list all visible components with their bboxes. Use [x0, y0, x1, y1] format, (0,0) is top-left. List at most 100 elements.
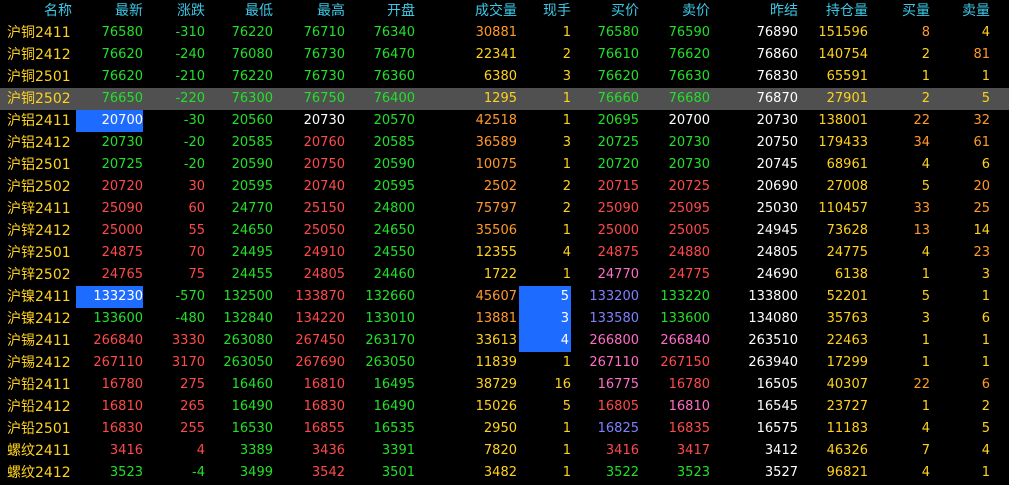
open-price: 133010: [365, 311, 415, 326]
contract-name: 沪铅2412: [7, 399, 71, 415]
last-header[interactable]: 最新: [73, 0, 143, 22]
ask-volume: 20: [973, 179, 990, 194]
prev-settle: 24945: [756, 223, 798, 238]
low-price: 3499: [239, 465, 273, 480]
last-price: 24765: [101, 267, 143, 282]
contract-name: 螺纹2411: [7, 443, 71, 459]
price-change: -4: [192, 465, 205, 480]
low-price: 20590: [231, 157, 273, 172]
low-price: 3389: [239, 443, 273, 458]
table-row[interactable]: 沪镍2411 133230 -570 132500 133870 132660 45607 5…: [0, 286, 1009, 308]
open-price: 20585: [373, 135, 415, 150]
current-hand: 16: [554, 377, 571, 392]
table-row[interactable]: 沪锌2411 25090 60 24770 25150 24800 75797 2 25090 2…: [0, 198, 1009, 220]
change-header[interactable]: 涨跌: [135, 0, 205, 22]
table-row[interactable]: 沪锌2501 24875 70 24495 24910 24550 12355 4 24875 2…: [0, 242, 1009, 264]
table-row[interactable]: 沪铝2501 20725 -20 20590 20750 20590 10075 1 20720…: [0, 154, 1009, 176]
table-row[interactable]: 沪铜2412 76620 -240 76080 76730 76470 22341 2 7661…: [0, 44, 1009, 66]
price-change: 3170: [171, 355, 205, 370]
open-interest: 65591: [826, 69, 868, 84]
table-row[interactable]: 沪铅2411 16780 275 16460 16810 16495 38729 16 1677…: [0, 374, 1009, 396]
price-change: 30: [188, 179, 205, 194]
open-interest: 179433: [818, 135, 868, 150]
contract-name: 沪锌2502: [7, 267, 71, 283]
bid-price: 20720: [597, 157, 639, 172]
ask-header[interactable]: 卖价: [640, 0, 710, 22]
prev-settle: 16575: [756, 421, 798, 436]
current-hand: 3: [562, 135, 571, 150]
bid-header[interactable]: 买价: [569, 0, 639, 22]
contract-name: 沪铅2501: [7, 421, 71, 437]
last-price: 16780: [101, 377, 143, 392]
ask-volume: 6: [981, 157, 990, 172]
table-row[interactable]: 沪锌2502 24765 75 24455 24805 24460 1722 1 24770 24…: [0, 264, 1009, 286]
table-row[interactable]: 沪铝2412 20730 -20 20585 20760 20585 36589 3 20725…: [0, 132, 1009, 154]
bid-price: 76620: [597, 69, 639, 84]
current-hand: 1: [562, 267, 571, 282]
current-hand: 1: [562, 355, 571, 370]
ask-price: 20700: [668, 113, 710, 128]
high-header[interactable]: 最高: [275, 0, 345, 22]
prev-settle: 16545: [756, 399, 798, 414]
ask-price: 16780: [668, 377, 710, 392]
ask-volume: 5: [981, 421, 990, 436]
high-price: 3436: [311, 443, 345, 458]
table-row[interactable]: 沪铅2412 16810 265 16490 16830 16490 15026 5 16805…: [0, 396, 1009, 418]
price-change: 275: [180, 377, 205, 392]
table-row[interactable]: 沪镍2412 133600 -480 132840 134220 133010 13881 3…: [0, 308, 1009, 330]
low-price: 20560: [231, 113, 273, 128]
contract-name: 沪铜2501: [7, 69, 71, 85]
bid-price: 20725: [597, 135, 639, 150]
high-price: 25150: [303, 201, 345, 216]
open-price: 3391: [381, 443, 415, 458]
bid-price: 267110: [589, 355, 639, 370]
last-price: 24875: [101, 245, 143, 260]
volume: 45607: [475, 289, 517, 304]
contract-name: 沪铅2411: [7, 377, 71, 393]
open-header[interactable]: 开盘: [345, 0, 415, 22]
table-row[interactable]: 沪锌2412 25000 55 24650 25050 24650 35506 1 25000 2…: [0, 220, 1009, 242]
high-price: 20730: [303, 113, 345, 128]
high-price: 24805: [303, 267, 345, 282]
contract-name: 沪锌2411: [7, 201, 71, 217]
open-interest: 52201: [826, 289, 868, 304]
table-row[interactable]: 沪锡2411 266840 3330 263080 267450 263170 33613 4…: [0, 330, 1009, 352]
table-row[interactable]: 沪铜2411 76580 -310 76220 76710 76340 30881 1 7658…: [0, 22, 1009, 44]
table-row[interactable]: 螺纹2411 3416 4 3389 3436 3391 7820 1 3416 3417 3412…: [0, 440, 1009, 462]
contract-name: 沪铜2412: [7, 47, 71, 63]
settle-header[interactable]: 昨结: [728, 0, 798, 22]
oi-header[interactable]: 持仓量: [798, 0, 868, 22]
high-price: 76730: [303, 47, 345, 62]
ask-price: 25095: [668, 201, 710, 216]
price-change: 55: [188, 223, 205, 238]
current-hand: 1: [562, 157, 571, 172]
current-hand: 1: [562, 223, 571, 238]
table-row[interactable]: 沪铝2502 20720 30 20595 20740 20595 2502 2 20715 20…: [0, 176, 1009, 198]
bid-price: 3416: [605, 443, 639, 458]
bid-price: 24770: [597, 267, 639, 282]
open-interest: 138001: [818, 113, 868, 128]
price-change: -570: [175, 289, 205, 304]
open-interest: 27901: [826, 91, 868, 106]
ask-vol-header[interactable]: 卖量: [920, 0, 990, 22]
volume: 13881: [475, 311, 517, 326]
low-header[interactable]: 最低: [203, 0, 273, 22]
price-change: -20: [183, 157, 205, 172]
table-row[interactable]: 螺纹2412 3523 -4 3499 3542 3501 3482 1 3522 3523 352…: [0, 462, 1009, 484]
low-price: 16530: [231, 421, 273, 436]
hand-header[interactable]: 现手: [501, 0, 571, 22]
bid-price: 20695: [597, 113, 639, 128]
table-row[interactable]: 沪铅2501 16830 255 16530 16855 16535 2950 1 16825 1…: [0, 418, 1009, 440]
ask-price: 133220: [660, 289, 710, 304]
open-interest: 17299: [826, 355, 868, 370]
table-row[interactable]: 沪铜2501 76620 -210 76220 76730 76360 6380 3 76620…: [0, 66, 1009, 88]
table-row[interactable]: 沪铝2411 20700 -30 20560 20730 20570 42518 1 20695…: [0, 110, 1009, 132]
quote-table[interactable]: 名称 最新 涨跌 最低 最高 开盘 成交量 现手 买价 卖价 昨结 持仓量 买量 卖量 沪铜2411 765…: [0, 0, 1009, 485]
open-interest: 22463: [826, 333, 868, 348]
name-header[interactable]: 名称: [0, 0, 72, 22]
low-price: 16490: [231, 399, 273, 414]
table-row[interactable]: 沪铜2502 76650 -220 76300 76750 76400 1295 1 76660…: [0, 88, 1009, 110]
high-price: 20750: [303, 157, 345, 172]
price-change: 3330: [171, 333, 205, 348]
table-row[interactable]: 沪锡2412 267110 3170 263050 267690 263050 11839 1…: [0, 352, 1009, 374]
